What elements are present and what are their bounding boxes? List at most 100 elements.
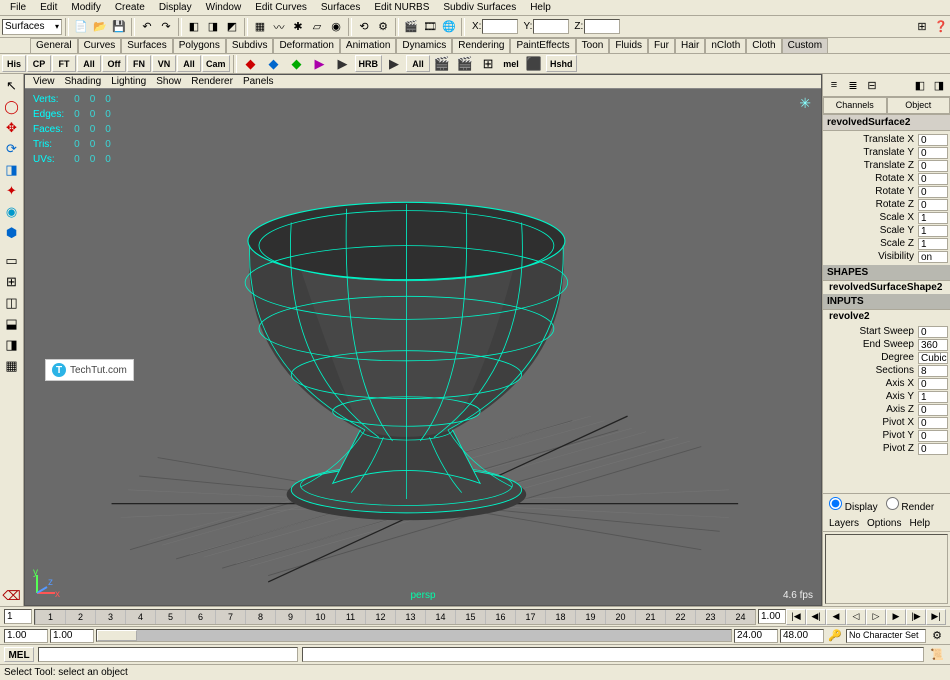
rewind-end-button[interactable]: ▶| xyxy=(926,609,946,625)
shelf-icon-5[interactable]: ▶ xyxy=(332,55,354,73)
attr-value[interactable]: 0 xyxy=(918,134,948,146)
menu-help[interactable]: Help xyxy=(524,1,557,14)
attr-value[interactable]: 1 xyxy=(918,391,948,403)
range-start-a[interactable] xyxy=(4,629,48,643)
select-hier-icon[interactable]: ◧ xyxy=(185,18,203,36)
status-btn-ft[interactable]: FT xyxy=(52,55,76,72)
shelf-tab-dynamics[interactable]: Dynamics xyxy=(396,38,452,53)
layer-menu-help[interactable]: Help xyxy=(909,518,930,529)
range-end-a[interactable] xyxy=(734,629,778,643)
menu-edit-nurbs[interactable]: Edit NURBS xyxy=(368,1,435,14)
menu-window[interactable]: Window xyxy=(200,1,248,14)
lasso-tool[interactable]: ◯ xyxy=(2,97,22,117)
shelf-icon-6[interactable]: ▶ xyxy=(383,55,405,73)
attr-value[interactable]: 1 xyxy=(918,212,948,224)
trash-icon[interactable]: ⌫ xyxy=(2,586,22,606)
key-fwd-button[interactable]: ▶ xyxy=(886,609,906,625)
menu-display[interactable]: Display xyxy=(153,1,198,14)
layer-menu-options[interactable]: Options xyxy=(867,518,901,529)
shelf-icon-3[interactable]: ◆ xyxy=(286,55,308,73)
four-view-icon[interactable]: ⊞ xyxy=(2,272,22,292)
chan-icon-4[interactable]: ◧ xyxy=(911,76,929,94)
shelf-tab-ncloth[interactable]: nCloth xyxy=(705,38,746,53)
attr-value[interactable]: 0 xyxy=(918,147,948,159)
status-btn-cp[interactable]: CP xyxy=(27,55,51,72)
attr-value[interactable]: 0 xyxy=(918,378,948,390)
shelf-icon-10[interactable]: ⬛ xyxy=(523,55,545,73)
shelf-tab-custom[interactable]: Custom xyxy=(782,38,828,53)
construction-icon[interactable]: ⚙ xyxy=(374,18,392,36)
shelf-tab-painteffects[interactable]: PaintEffects xyxy=(510,38,575,53)
shelf-tab-fur[interactable]: Fur xyxy=(648,38,675,53)
snap-plane-icon[interactable]: ▱ xyxy=(308,18,326,36)
panel-menu-lighting[interactable]: Lighting xyxy=(107,76,150,87)
shelf-tab-surfaces[interactable]: Surfaces xyxy=(121,38,172,53)
rewind-start-button[interactable]: |◀ xyxy=(786,609,806,625)
status-btn-his[interactable]: His xyxy=(2,55,26,72)
attr-value[interactable]: 0 xyxy=(918,173,948,185)
attr-value[interactable]: 1 xyxy=(918,225,948,237)
render-radio[interactable]: Render xyxy=(886,497,935,513)
move-tool[interactable]: ✥ xyxy=(2,118,22,138)
shelf-icon-2[interactable]: ◆ xyxy=(263,55,285,73)
undo-icon[interactable]: ↶ xyxy=(138,18,156,36)
play-back-button[interactable]: ◁ xyxy=(846,609,866,625)
file-new-icon[interactable]: 📄 xyxy=(72,18,90,36)
render-globals-icon[interactable]: 🌐 xyxy=(440,18,458,36)
display-radio[interactable]: Display xyxy=(829,497,878,513)
shelf-icon-7[interactable]: 🎬 xyxy=(431,55,453,73)
shelf-tab-deformation[interactable]: Deformation xyxy=(273,38,339,53)
key-back-button[interactable]: ◀ xyxy=(826,609,846,625)
input-node[interactable]: revolve2 xyxy=(823,310,950,323)
file-save-icon[interactable]: 💾 xyxy=(110,18,128,36)
panel-menu-show[interactable]: Show xyxy=(152,76,185,87)
scale-tool[interactable]: ◨ xyxy=(2,160,22,180)
hrb-button[interactable]: HRB xyxy=(355,55,383,72)
menu-subdiv-surfaces[interactable]: Subdiv Surfaces xyxy=(437,1,522,14)
attr-value[interactable]: 0 xyxy=(918,430,948,442)
layer-editor[interactable] xyxy=(825,534,948,604)
chan-icon-5[interactable]: ◨ xyxy=(930,76,948,94)
shape-node[interactable]: revolvedSurfaceShape2 xyxy=(823,281,950,294)
range-track[interactable] xyxy=(96,629,732,642)
attr-value[interactable]: 8 xyxy=(918,365,948,377)
status-btn-all[interactable]: All xyxy=(77,55,101,72)
shelf-tab-general[interactable]: General xyxy=(30,38,78,53)
tab-channels[interactable]: Channels xyxy=(823,97,887,114)
shelf-tab-fluids[interactable]: Fluids xyxy=(609,38,648,53)
menu-file[interactable]: File xyxy=(4,1,32,14)
status-btn-fn[interactable]: FN xyxy=(127,55,151,72)
mode-selector[interactable]: Surfaces xyxy=(2,19,62,35)
tab-object[interactable]: Object xyxy=(887,97,950,114)
mel-shelf-icon[interactable]: mel xyxy=(500,55,522,73)
auto-key-icon[interactable]: 🔑 xyxy=(826,627,844,645)
panel-menu-panels[interactable]: Panels xyxy=(239,76,278,87)
single-view-icon[interactable]: ▭ xyxy=(2,251,22,271)
coord-x-input[interactable] xyxy=(482,19,518,34)
select-tool[interactable]: ↖ xyxy=(2,76,22,96)
menu-create[interactable]: Create xyxy=(109,1,151,14)
manip-tool[interactable]: ✦ xyxy=(2,181,22,201)
status-btn-vn[interactable]: VN xyxy=(152,55,176,72)
shelf-icon-8[interactable]: 🎬 xyxy=(454,55,476,73)
ipr-icon[interactable]: 🎞 xyxy=(421,18,439,36)
shelf-tab-hair[interactable]: Hair xyxy=(675,38,705,53)
rotate-tool[interactable]: ⟳ xyxy=(2,139,22,159)
layer-menu-layers[interactable]: Layers xyxy=(829,518,859,529)
status-btn-off[interactable]: Off xyxy=(102,55,126,72)
attr-value[interactable]: 0 xyxy=(918,199,948,211)
layout-3-icon[interactable]: ◨ xyxy=(2,335,22,355)
hshd-button[interactable]: Hshd xyxy=(546,55,577,72)
shelf-icon-1[interactable]: ◆ xyxy=(240,55,262,73)
attr-value[interactable]: 0 xyxy=(918,326,948,338)
select-comp-icon[interactable]: ◩ xyxy=(223,18,241,36)
range-handle[interactable] xyxy=(97,630,137,641)
snap-curve-icon[interactable]: 〰 xyxy=(270,18,288,36)
play-fwd-button[interactable]: ▷ xyxy=(866,609,886,625)
shelf-tab-subdivs[interactable]: Subdivs xyxy=(226,38,274,53)
character-set-selector[interactable]: No Character Set xyxy=(846,629,926,643)
redo-icon[interactable]: ↷ xyxy=(157,18,175,36)
attr-value[interactable]: 0 xyxy=(918,417,948,429)
attr-value[interactable]: 1 xyxy=(918,238,948,250)
shelf-tab-polygons[interactable]: Polygons xyxy=(173,38,226,53)
